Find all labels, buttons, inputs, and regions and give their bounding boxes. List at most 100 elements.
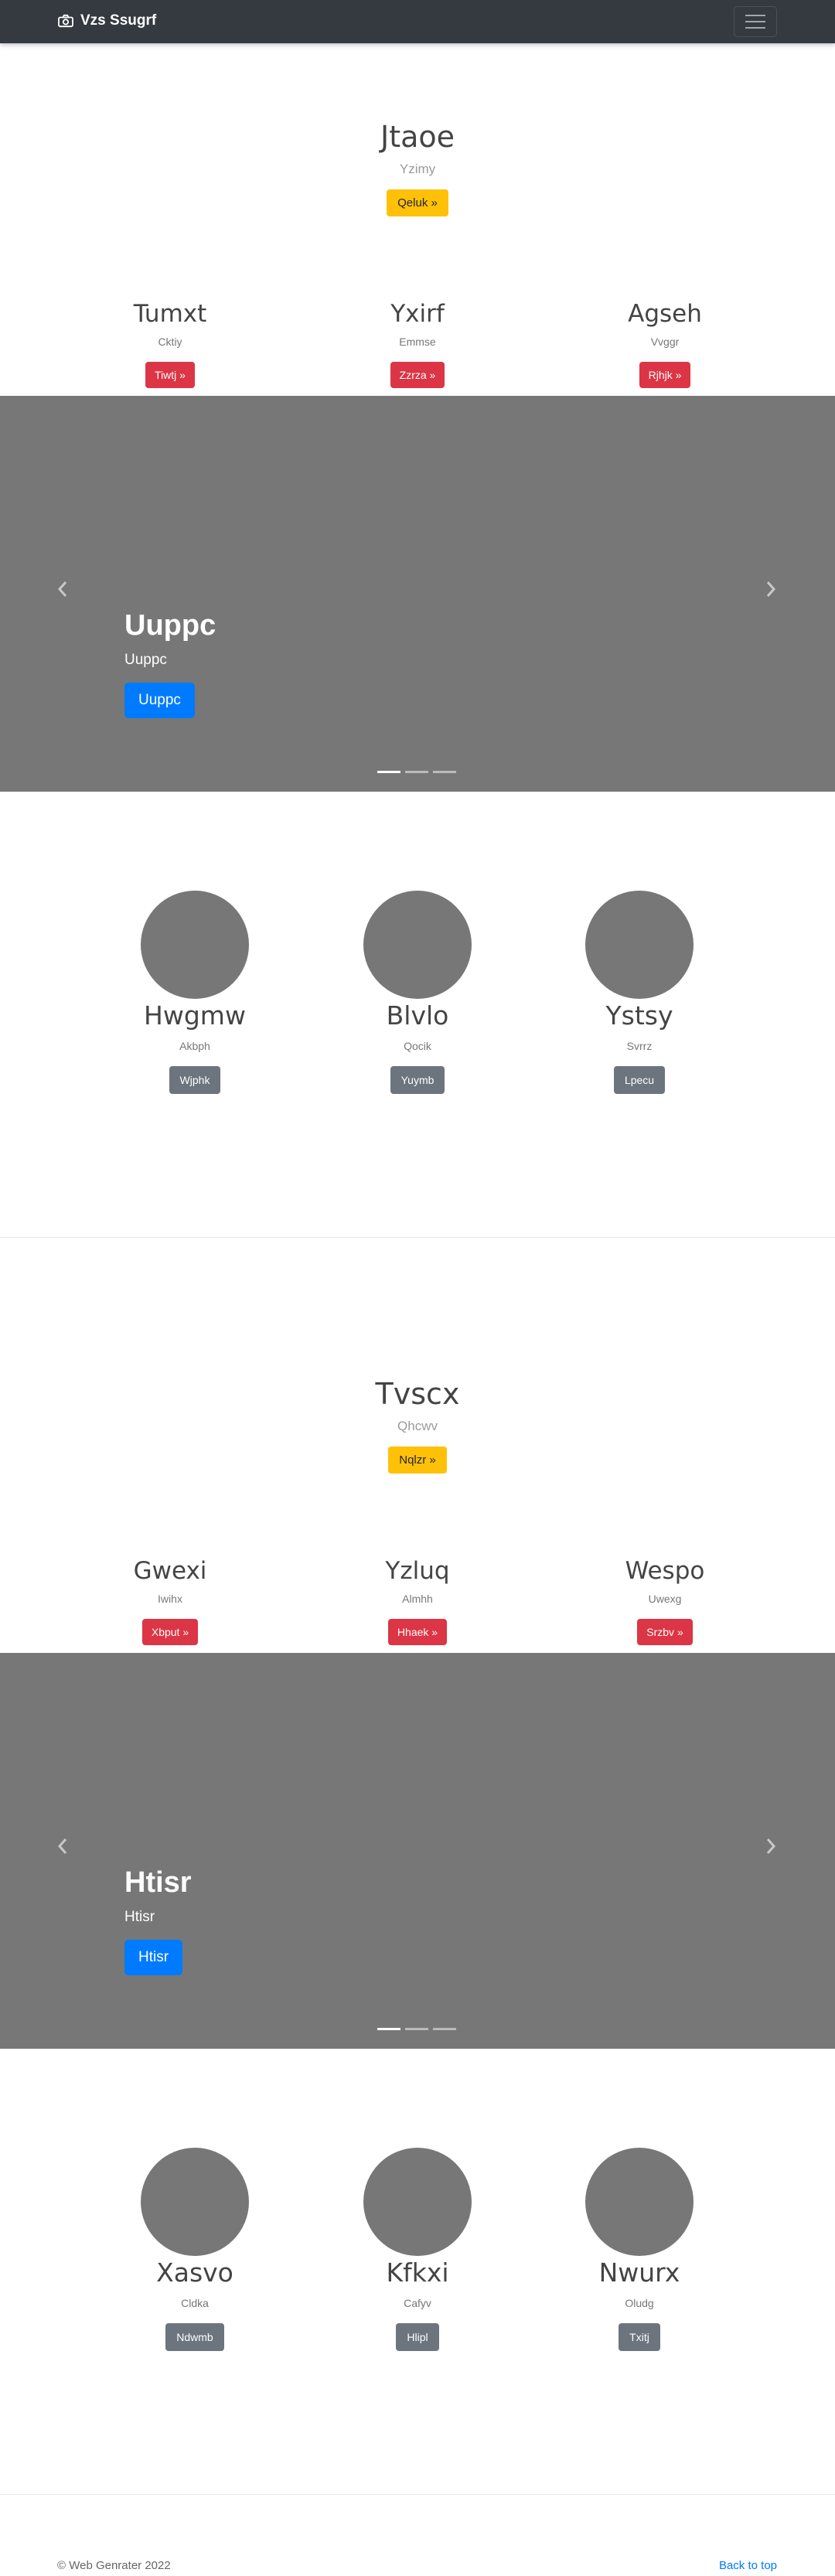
marketing-text: Oludg [625,2297,654,2309]
marketing-button[interactable]: Ndwmb [165,2323,224,2351]
carousel-indicator[interactable] [405,2028,428,2030]
jumbotron-button[interactable]: Qeluk » [387,189,448,216]
marketing-column: Nwurx Oludg Txitj [539,2148,740,2351]
feature-column: Wespo Uwexg Srzbv » [541,1557,789,1645]
feature-button[interactable]: Zzrza » [390,362,445,388]
marketing-title: Kfkxi [386,2257,449,2288]
hamburger-icon-bar [745,15,765,16]
hamburger-icon-bar [745,21,765,22]
carousel-indicators [377,771,456,773]
jumbotron-subtitle: Qhcwv [397,1419,438,1433]
feature-text: Emmse [399,336,436,348]
feature-button[interactable]: Hhaek » [387,1619,448,1645]
feature-column: Agseh Vvggr Rjhjk » [541,300,789,388]
placeholder-image [363,891,472,999]
carousel-button[interactable]: Uuppc [124,683,195,718]
back-to-top-link[interactable]: Back to top [719,2559,777,2572]
marketing-text: Cafyv [404,2297,431,2309]
brand-name: Vzs Ssugrf [80,12,157,29]
marketing-button[interactable]: Lpecu [613,1066,666,1094]
feature-text: Iwihx [158,1593,182,1605]
carousel-caption: Htisr Htisr Htisr [124,1866,192,1975]
chevron-left-icon [57,581,67,597]
feature-column: Yxirf Emmse Zzrza » [294,300,541,388]
carousel-next-button[interactable] [765,580,779,603]
carousel-title: Uuppc [124,609,216,642]
carousel-indicator[interactable] [377,2028,400,2030]
carousel-text: Uuppc [124,652,167,668]
marketing-title: Ystsy [605,1000,673,1031]
jumbotron: Tvscx Qhcwv Nqlzr » [0,1377,835,1474]
chevron-right-icon [766,1838,776,1854]
marketing-text: Akbph [179,1040,210,1052]
carousel: Htisr Htisr Htisr [0,1653,835,2049]
feature-button[interactable]: Tiwtj » [145,362,195,388]
feature-title: Yxirf [390,300,445,328]
feature-title: Gwexi [133,1557,207,1585]
feature-text: Vvggr [650,336,680,348]
placeholder-image [141,891,249,999]
chevron-right-icon [766,581,776,597]
feature-button[interactable]: Srzbv » [637,1619,693,1645]
marketing-title: Hwgmw [144,1000,246,1031]
feature-column: Yzluq Almhh Hhaek » [294,1557,541,1645]
chevron-left-icon [57,1838,67,1854]
marketing-column: Hwgmw Akbph Wjphk [94,891,295,1094]
feature-title: Agseh [628,300,702,328]
feature-title: Tumxt [133,300,207,328]
feature-text: Almhh [402,1593,433,1605]
carousel-indicators [377,2028,456,2030]
carousel-prev-button[interactable] [56,1837,70,1860]
carousel-indicator[interactable] [433,771,456,773]
jumbotron-title: Jtaoe [380,120,455,154]
marketing-text: Qocik [404,1040,431,1052]
section-divider [0,2494,835,2495]
carousel-prev-button[interactable] [56,580,70,603]
feature-text: Uwexg [648,1593,682,1605]
marketing-title: Nwurx [598,2257,680,2288]
marketing-column: Blvlo Qocik Yuymb [317,891,518,1094]
carousel-indicator[interactable] [433,2028,456,2030]
marketing-column: Kfkxi Cafyv Hlipl [317,2148,518,2351]
section-divider [0,1237,835,1238]
footer-copyright: © Web Genrater 2022 [57,2559,171,2572]
feature-button[interactable]: Rjhjk » [639,362,691,388]
carousel-text: Htisr [124,1909,155,1925]
marketing-column: Xasvo Cldka Ndwmb [94,2148,295,2351]
navbar: Vzs Ssugrf [0,0,835,43]
carousel-caption: Uuppc Uuppc Uuppc [124,609,216,718]
carousel-indicator[interactable] [405,771,428,773]
marketing-column: Ystsy Svrrz Lpecu [539,891,740,1094]
jumbotron-subtitle: Yzimy [399,162,436,176]
marketing-text: Svrrz [626,1040,653,1052]
feature-text: Cktiy [158,336,182,348]
jumbotron-button[interactable]: Nqlzr » [388,1446,447,1474]
feature-button[interactable]: Xbput » [141,1619,199,1645]
carousel-next-button[interactable] [765,1837,779,1860]
marketing-button[interactable]: Txitj [619,2323,660,2351]
jumbotron-title: Tvscx [375,1377,460,1411]
carousel: Uuppc Uuppc Uuppc [0,396,835,792]
marketing-button[interactable]: Yuymb [390,1066,445,1094]
marketing-text: Cldka [181,2297,209,2309]
placeholder-image [141,2148,249,2256]
camera-icon [58,14,73,28]
placeholder-image [585,891,694,999]
marketing-title: Blvlo [386,1000,449,1031]
feature-column: Tumxt Cktiy Tiwtj » [46,300,294,388]
placeholder-image [363,2148,472,2256]
carousel-button[interactable]: Htisr [124,1940,183,1975]
feature-column: Gwexi Iwihx Xbput » [46,1557,294,1645]
hamburger-icon-bar [745,27,765,29]
feature-title: Yzluq [385,1557,450,1585]
marketing-button[interactable]: Hlipl [396,2323,439,2351]
marketing-button[interactable]: Wjphk [169,1066,221,1094]
navbar-toggle-button[interactable] [734,6,777,37]
brand-link[interactable]: Vzs Ssugrf [57,12,156,29]
feature-title: Wespo [625,1557,705,1585]
carousel-indicator[interactable] [377,771,400,773]
carousel-title: Htisr [124,1866,192,1899]
jumbotron: Jtaoe Yzimy Qeluk » [0,120,835,216]
placeholder-image [585,2148,694,2256]
marketing-title: Xasvo [156,2257,233,2288]
